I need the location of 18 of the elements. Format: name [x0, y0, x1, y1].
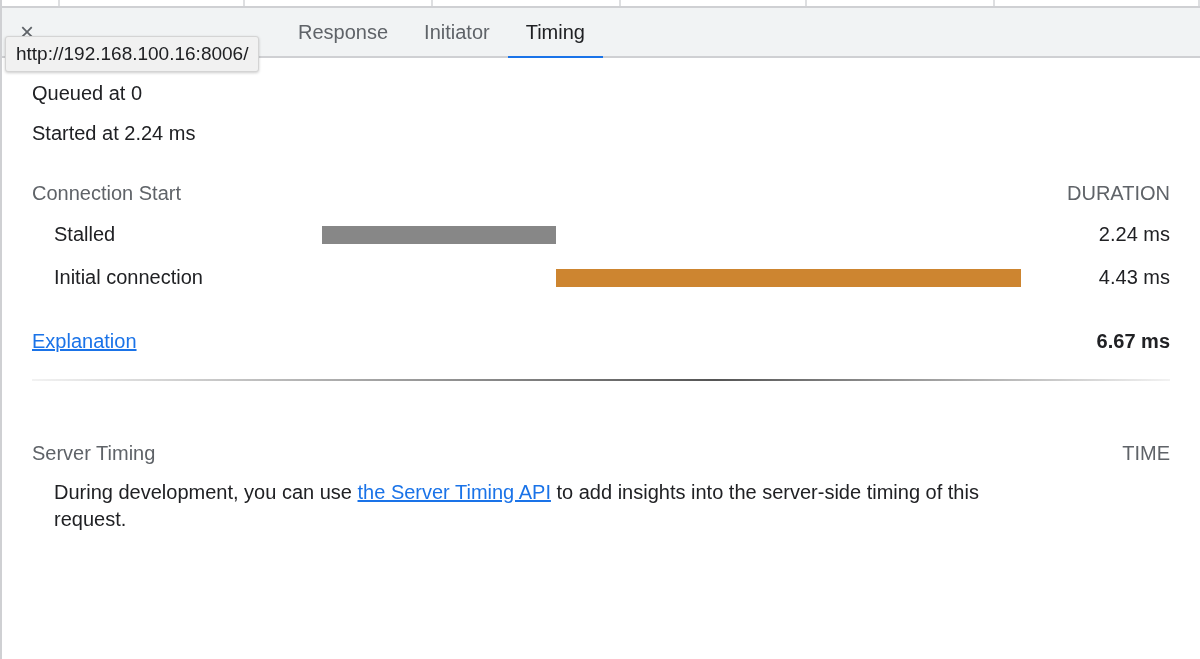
- column-heading: TIME: [1122, 441, 1170, 466]
- explanation-link[interactable]: Explanation: [32, 321, 137, 361]
- tab[interactable]: Timing: [507, 8, 603, 56]
- section-heading: Connection Start: [32, 181, 181, 206]
- column-heading: DURATION: [1067, 181, 1170, 206]
- server-timing-description: During development, you can use the Server Timing API to add insights into the server-side timing of this request.: [53, 480, 980, 532]
- tab[interactable]: Response: [280, 8, 407, 56]
- url-tooltip: http://192.168.100.16:8006/: [5, 36, 260, 72]
- section-heading: Server Timing: [32, 441, 156, 466]
- timing-summary: Started at 2.24 ms: [32, 121, 197, 146]
- tab[interactable]: Initiator: [406, 8, 508, 56]
- timing-summary: Queued at 0: [32, 81, 144, 106]
- phase-duration: 2.24 ms: [1097, 223, 1170, 246]
- phase-name: Stalled: [53, 223, 117, 246]
- phase-duration: 4.43 ms: [1097, 266, 1170, 289]
- phase-name: Initial connection: [53, 266, 204, 289]
- server-timing-link[interactable]: the Server Timing API: [357, 481, 551, 503]
- total-duration: 6.67 ms: [1096, 329, 1170, 354]
